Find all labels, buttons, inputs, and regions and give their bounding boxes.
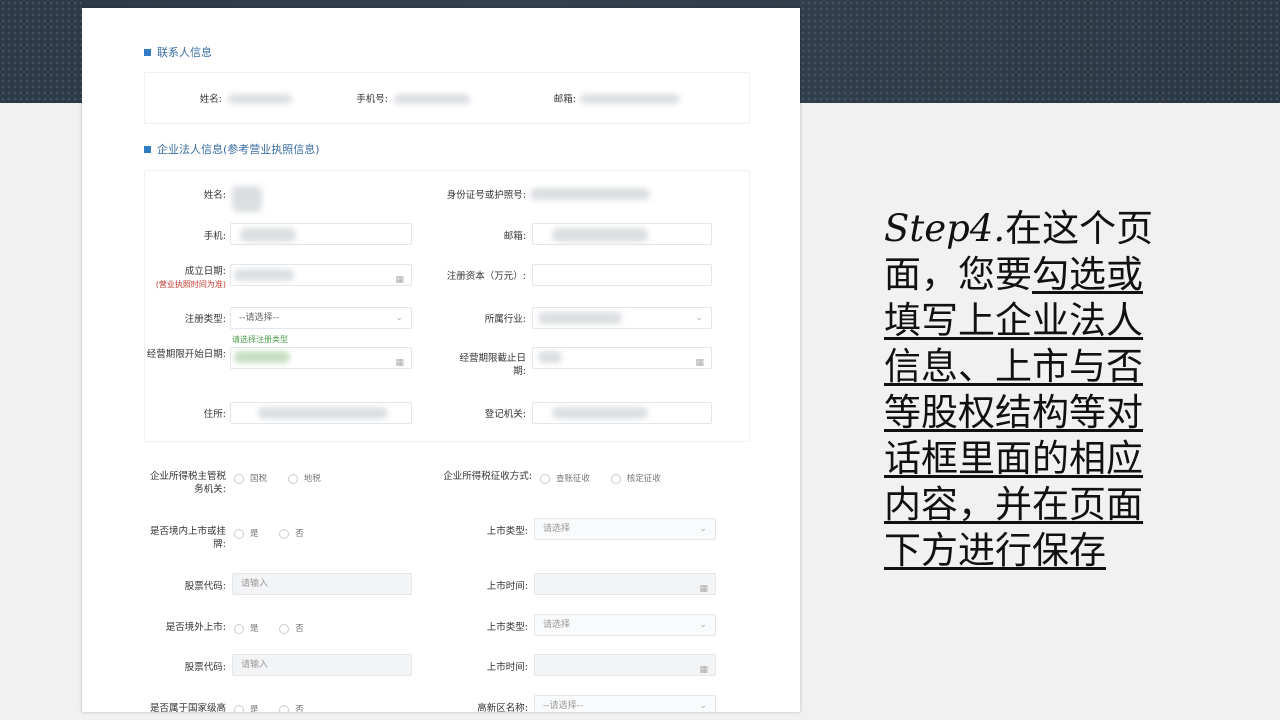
form-screenshot-panel: 联系人信息 姓名: 手机号: 邮箱: 企业法人信息(参考营业执照信息) 姓名: … <box>82 8 800 712</box>
dot-map-pattern-right <box>800 0 1280 103</box>
registrar-value-redacted <box>552 407 648 419</box>
address-label: 住所: <box>203 409 226 420</box>
radio-icon[interactable] <box>234 473 244 484</box>
stock-code-label: 股票代码: <box>184 581 226 592</box>
national-hightech-label: 是否属于国家级高 <box>149 703 226 712</box>
step-instruction: 勾选或填写上企业法人信息、上市与否等股权结构等对话框里面的相应内容，并在页面下方… <box>884 253 1143 572</box>
operation-start-label: 经营期限开始日期: <box>146 349 226 360</box>
corp-name-value-redacted <box>232 186 262 212</box>
radio-icon[interactable] <box>279 704 290 712</box>
contact-phone-value-redacted <box>394 94 470 104</box>
corp-mobile-label: 手机: <box>203 231 226 242</box>
overseas-stock-code-input[interactable]: 请输入 <box>232 654 412 676</box>
contact-email-label: 邮箱: <box>553 94 576 105</box>
founded-date-value-redacted <box>234 269 294 281</box>
section-marker-icon <box>144 48 151 56</box>
registration-type-select[interactable]: --请选择-- ⌄ <box>230 307 412 329</box>
contact-name-value-redacted <box>228 94 292 104</box>
listing-time-input[interactable]: ▦ <box>534 573 716 595</box>
listed-domestic-label: 是否境内上市或挂牌: <box>149 526 226 550</box>
tax-method-radio-group: 查账征收 核定征收 <box>540 472 679 484</box>
stock-code-input[interactable]: 请输入 <box>232 573 412 595</box>
listed-overseas-yes[interactable]: 是 <box>234 623 259 634</box>
corp-mobile-value-redacted <box>240 228 296 242</box>
overseas-listing-type-select[interactable]: 请选择 ⌄ <box>534 614 716 636</box>
radio-icon[interactable] <box>234 623 244 634</box>
listed-overseas-radio-group: 是 否 <box>234 622 322 634</box>
tax-method-label: 企业所得税征收方式: <box>443 471 532 482</box>
founded-date-label: 成立日期: (营业执照时间为准) <box>122 265 226 291</box>
radio-icon[interactable] <box>610 473 621 484</box>
contact-name-label: 姓名: <box>199 94 222 105</box>
tax-authority-option-local[interactable]: 地税 <box>287 473 321 484</box>
calendar-icon[interactable]: ▦ <box>395 270 404 290</box>
corp-email-label: 邮箱: <box>503 231 526 242</box>
radio-icon[interactable] <box>234 528 244 539</box>
radio-icon[interactable] <box>287 473 298 484</box>
tax-authority-radio-group: 国税 地税 <box>234 472 339 484</box>
overseas-stock-code-label: 股票代码: <box>184 662 226 673</box>
section-marker-icon <box>144 145 151 153</box>
chevron-down-icon: ⌄ <box>699 701 707 711</box>
operation-end-label: 经营期限截止日期: <box>459 353 526 377</box>
industry-value-redacted <box>538 312 622 324</box>
hightech-zone-label: 高新区名称: <box>477 703 528 712</box>
listed-overseas-label: 是否境外上市: <box>165 622 226 633</box>
listed-overseas-no[interactable]: 否 <box>279 623 304 634</box>
corp-section-title: 企业法人信息(参考营业执照信息) <box>144 141 320 157</box>
listed-domestic-radio-group: 是 否 <box>234 527 322 539</box>
contact-section-title: 联系人信息 <box>144 44 212 60</box>
tax-authority-label: 企业所得税主管税务机关: <box>149 471 226 495</box>
tax-authority-option-national[interactable]: 国税 <box>234 473 267 484</box>
radio-icon[interactable] <box>279 528 290 539</box>
contact-phone-label: 手机号: <box>356 94 388 105</box>
registration-type-hint: 请选择注册类型 <box>232 335 288 344</box>
address-value-redacted <box>258 407 388 419</box>
national-hightech-yes[interactable]: 是 <box>234 704 259 712</box>
listing-type-select[interactable]: 请选择 ⌄ <box>534 518 716 540</box>
listed-domestic-yes[interactable]: 是 <box>234 528 259 539</box>
tax-method-option-assessed[interactable]: 核定征收 <box>610 473 661 484</box>
radio-icon[interactable] <box>540 473 550 484</box>
overseas-listing-type-label: 上市类型: <box>486 622 528 633</box>
listing-time-label: 上市时间: <box>486 581 528 592</box>
overseas-listing-time-label: 上市时间: <box>486 662 528 673</box>
industry-label: 所属行业: <box>484 314 526 325</box>
chevron-down-icon: ⌄ <box>699 524 707 534</box>
calendar-icon[interactable]: ▦ <box>699 660 708 680</box>
hightech-zone-select[interactable]: --请选择-- ⌄ <box>534 695 716 712</box>
overseas-listing-time-input[interactable]: ▦ <box>534 654 716 676</box>
step-label: Step4. <box>884 207 1006 250</box>
calendar-icon[interactable]: ▦ <box>395 353 404 373</box>
registration-type-label: 注册类型: <box>184 314 226 325</box>
operation-start-value-redacted <box>234 351 290 363</box>
corp-id-value-redacted <box>530 188 650 200</box>
national-hightech-radio-group: 是 否 <box>234 703 322 712</box>
radio-icon[interactable] <box>279 623 290 634</box>
national-hightech-no[interactable]: 否 <box>279 704 304 712</box>
contact-email-value-redacted <box>580 94 680 104</box>
radio-icon[interactable] <box>234 704 244 712</box>
chevron-down-icon: ⌄ <box>695 313 703 323</box>
chevron-down-icon: ⌄ <box>395 313 403 323</box>
operation-end-value-redacted <box>538 351 562 363</box>
corp-id-label: 身份证号或护照号: <box>446 190 526 201</box>
listing-type-label: 上市类型: <box>486 526 528 537</box>
calendar-icon[interactable]: ▦ <box>699 579 708 599</box>
dot-map-pattern-left <box>0 0 82 103</box>
corp-name-label: 姓名: <box>203 190 226 201</box>
tax-method-option-audit[interactable]: 查账征收 <box>540 473 590 484</box>
chevron-down-icon: ⌄ <box>699 620 707 630</box>
registered-capital-input[interactable] <box>532 264 712 286</box>
calendar-icon[interactable]: ▦ <box>695 353 704 373</box>
registered-capital-label: 注册资本（万元）: <box>446 271 526 282</box>
founded-date-note: (营业执照时间为准) <box>155 280 226 289</box>
corp-email-value-redacted <box>552 228 648 242</box>
registrar-label: 登记机关: <box>484 409 526 420</box>
step-instruction-text: Step4.在这个页面，您要勾选或填写上企业法人信息、上市与否等股权结构等对话框… <box>884 206 1174 574</box>
listed-domestic-no[interactable]: 否 <box>279 528 304 539</box>
